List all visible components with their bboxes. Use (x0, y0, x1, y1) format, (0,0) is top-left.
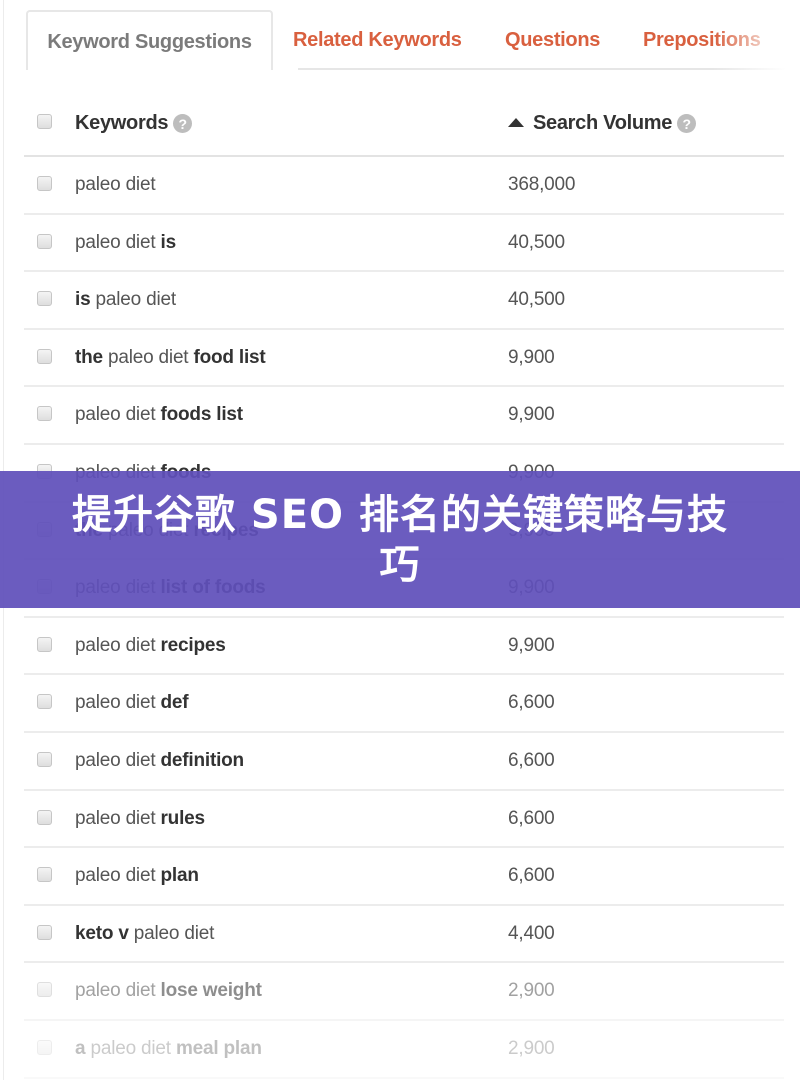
keyword-cell[interactable]: paleo diet def (75, 692, 189, 714)
keyword-highlight: meal plan (175, 1037, 262, 1059)
keyword-highlight: the (75, 346, 103, 368)
row-checkbox[interactable] (37, 982, 52, 998)
row-checkbox[interactable] (37, 809, 52, 825)
table-row[interactable]: paleo diet lose weight 2,900 (24, 963, 784, 1021)
keyword-highlight: definition (160, 749, 244, 771)
question-circle-icon[interactable]: ? (173, 114, 193, 133)
row-checkbox[interactable] (37, 1039, 52, 1055)
select-all-checkbox[interactable] (37, 114, 52, 129)
keyword-cell[interactable]: paleo diet recipes (75, 635, 226, 657)
keyword-base: paleo diet (75, 231, 161, 253)
row-checkbox[interactable] (37, 751, 52, 767)
search-volume-cell: 2,900 (508, 980, 555, 1002)
keyword-base: paleo diet (75, 174, 156, 195)
keyword-highlight: food list (193, 346, 266, 368)
keyword-cell[interactable]: paleo diet foods list (75, 404, 243, 426)
search-volume-cell: 9,900 (508, 346, 555, 368)
keyword-cell[interactable]: a paleo diet meal plan (75, 1038, 262, 1060)
keyword-cell[interactable]: paleo diet (75, 174, 156, 196)
table-row[interactable]: is paleo diet 40,500 (24, 272, 784, 330)
keyword-base: paleo diet (102, 346, 194, 368)
search-volume-cell: 6,600 (508, 807, 555, 829)
keyword-cell[interactable]: paleo diet plan (75, 865, 199, 887)
keyword-highlight: keto v (75, 922, 129, 944)
row-checkbox[interactable] (37, 348, 52, 364)
search-volume-cell: 6,600 (508, 865, 555, 887)
keyword-base: paleo diet (90, 289, 177, 311)
keywords-column-header[interactable]: Keywords ? (75, 112, 193, 135)
table-row[interactable]: paleo diet recipes 9,900 (24, 618, 784, 676)
keyword-base: paleo diet (75, 749, 161, 771)
search-volume-cell: 9,900 (508, 404, 555, 426)
keyword-highlight: a (75, 1037, 86, 1059)
keyword-cell[interactable]: is paleo diet (75, 289, 176, 311)
row-checkbox[interactable] (37, 233, 52, 249)
triangle-up-icon (508, 118, 524, 127)
keyword-base: paleo diet (75, 807, 161, 829)
table-row[interactable]: the paleo diet food list 9,900 (24, 330, 784, 388)
search-volume-cell: 6,600 (508, 692, 555, 714)
search-volume-cell: 368,000 (508, 174, 576, 195)
search-volume-cell: 2,900 (508, 1037, 555, 1059)
search-volume-cell: 6,600 (508, 749, 555, 771)
search-volume-cell: 40,500 (508, 289, 565, 311)
keyword-cell[interactable]: paleo diet rules (75, 808, 205, 830)
keyword-highlight: recipes (160, 634, 226, 656)
keyword-highlight: plan (160, 865, 199, 887)
banner-title: 提升谷歌 SEO 排名的关键策略与技巧 (72, 491, 728, 588)
keyword-cell[interactable]: paleo diet definition (75, 750, 244, 772)
search-volume-cell: 9,900 (508, 634, 555, 656)
keyword-base: paleo diet (75, 865, 161, 887)
row-checkbox[interactable] (37, 406, 52, 422)
search-volume-column-header[interactable]: Search Volume ? (508, 112, 697, 135)
tab-keyword-suggestions[interactable]: Keyword Suggestions (26, 10, 273, 70)
tab-prepositions[interactable]: Prepositions (643, 10, 761, 70)
keyword-cell[interactable]: the paleo diet food list (75, 347, 266, 369)
keyword-base: paleo diet (75, 634, 161, 656)
keyword-cell[interactable]: paleo diet lose weight (75, 980, 262, 1002)
row-checkbox[interactable] (37, 176, 52, 191)
keyword-cell[interactable]: keto v paleo diet (75, 923, 214, 945)
search-volume-column-label: Search Volume (533, 112, 673, 134)
table-row[interactable]: paleo diet def 6,600 (24, 675, 784, 733)
title-banner: 提升谷歌 SEO 排名的关键策略与技巧 (0, 471, 800, 608)
row-checkbox[interactable] (37, 636, 52, 652)
keyword-highlight: def (160, 692, 189, 714)
keyword-highlight: rules (160, 807, 205, 829)
table-row[interactable]: paleo diet plan 6,600 (24, 848, 784, 906)
table-row[interactable]: paleo diet definition 6,600 (24, 733, 784, 791)
keyword-highlight: is (75, 289, 91, 311)
keyword-base: paleo diet (75, 404, 161, 426)
keyword-highlight: is (160, 231, 176, 253)
search-volume-cell: 40,500 (508, 231, 565, 253)
tab-bar: Keyword Suggestions Related Keywords Que… (26, 10, 786, 71)
tab-related-keywords[interactable]: Related Keywords (293, 10, 462, 70)
table-row[interactable]: keto v paleo diet 4,400 (24, 906, 784, 964)
row-checkbox[interactable] (37, 867, 52, 883)
row-checkbox[interactable] (37, 291, 52, 307)
keyword-base: paleo diet (75, 692, 161, 714)
keyword-highlight: lose weight (160, 980, 262, 1002)
keyword-highlight: foods list (160, 404, 243, 426)
row-checkbox[interactable] (37, 924, 52, 940)
table-row[interactable]: paleo diet 368,000 (24, 157, 784, 215)
row-checkbox[interactable] (37, 694, 52, 710)
table-header: Keywords ? Search Volume ? (24, 95, 784, 157)
keyword-base: paleo diet (128, 922, 215, 944)
keyword-cell[interactable]: paleo diet is (75, 232, 176, 254)
table-row[interactable]: paleo diet is 40,500 (24, 215, 784, 273)
keyword-tool-page: Keyword Suggestions Related Keywords Que… (0, 0, 800, 1080)
table-body: paleo diet 368,000 paleo diet is 40,500 is p… (24, 157, 784, 1079)
table-row[interactable]: a paleo diet meal plan 2,900 (24, 1021, 784, 1079)
keyword-base: paleo diet (75, 980, 161, 1002)
table-row[interactable]: paleo diet foods list 9,900 (24, 387, 784, 445)
table-row[interactable]: paleo diet rules 6,600 (24, 791, 784, 849)
search-volume-cell: 4,400 (508, 922, 555, 944)
keywords-column-label: Keywords (75, 112, 169, 134)
tab-questions[interactable]: Questions (505, 10, 600, 70)
keyword-base: paleo diet (85, 1037, 176, 1059)
question-circle-icon[interactable]: ? (677, 114, 697, 133)
